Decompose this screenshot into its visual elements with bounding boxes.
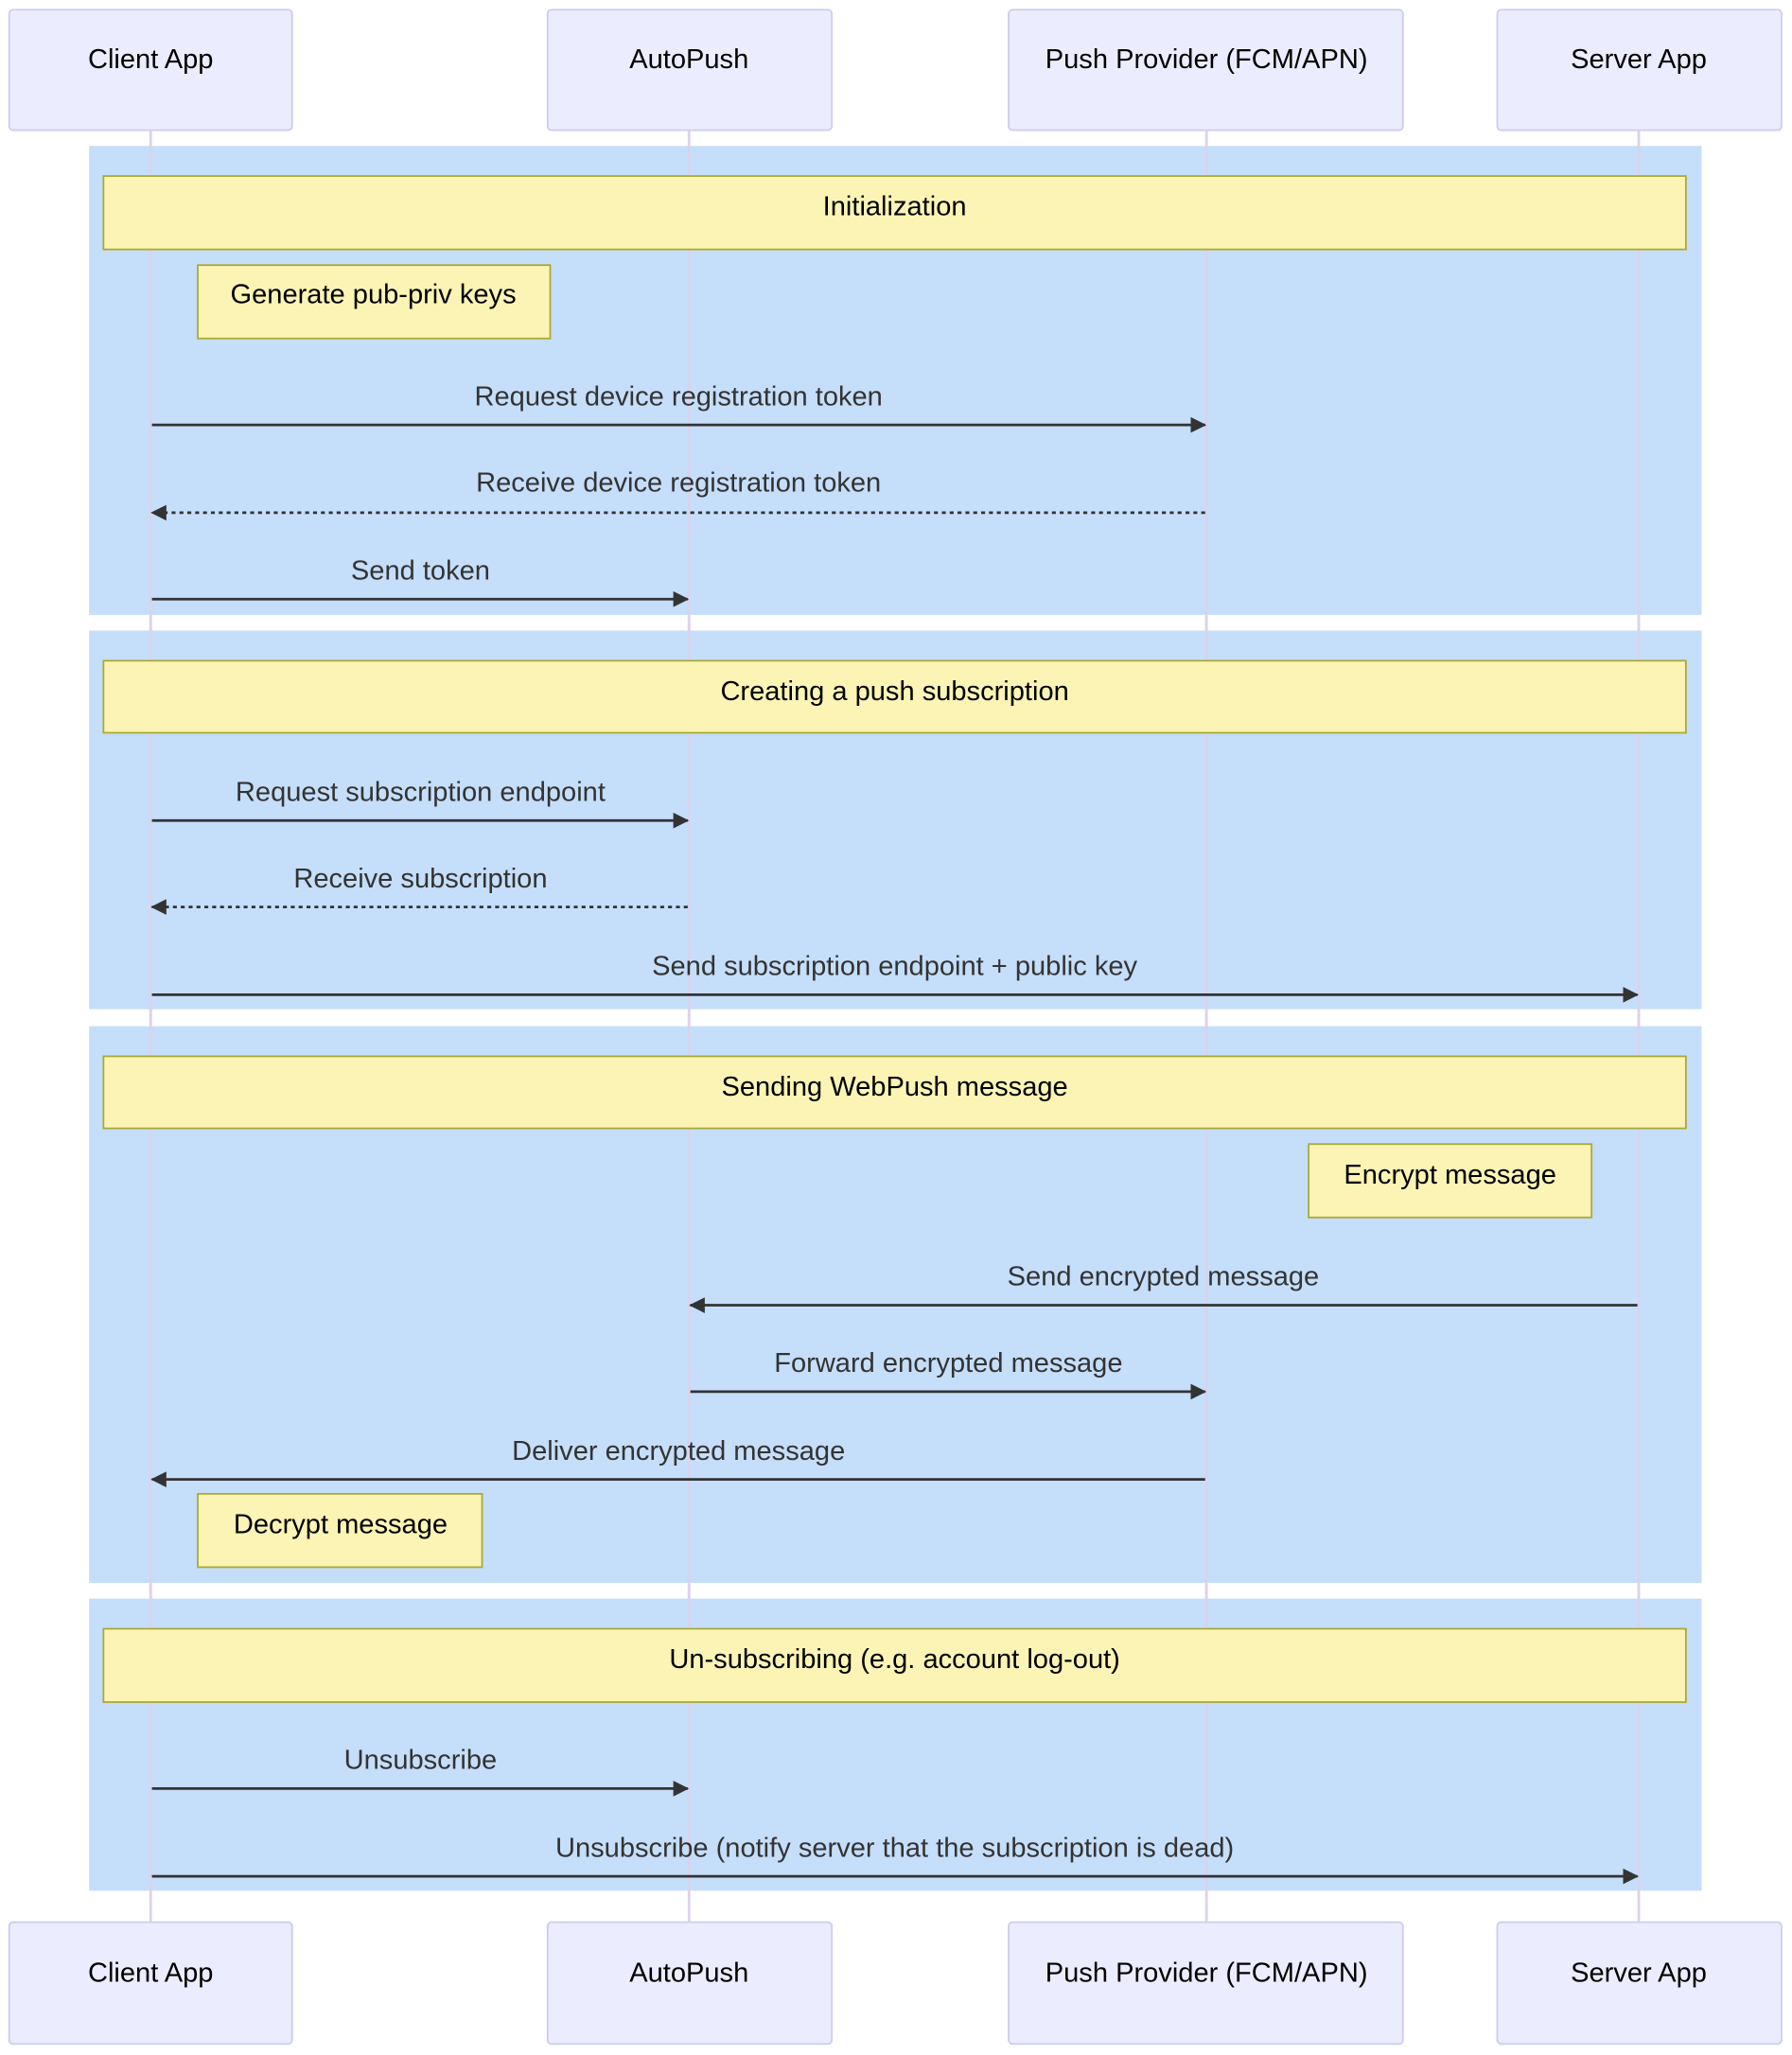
message-label: Send token	[351, 556, 490, 587]
actor-label: Client App	[88, 1958, 213, 1989]
actor-client-bottom[interactable]: Client App	[8, 1921, 293, 2046]
actors-top: Client App AutoPush Push Provider (FCM/A…	[8, 9, 1783, 132]
actor-server-top[interactable]: Server App	[1496, 9, 1783, 132]
sequence-diagram: Client App AutoPush Push Provider (FCM/A…	[8, 9, 1783, 2046]
actor-provider-bottom[interactable]: Push Provider (FCM/APN)	[1008, 1921, 1404, 2046]
actor-label: Client App	[88, 44, 213, 75]
section-title: Sending WebPush message	[722, 1072, 1068, 1102]
note-text: Decrypt message	[234, 1509, 448, 1539]
message-label: Unsubscribe	[344, 1746, 498, 1776]
section-title: Initialization	[823, 192, 967, 222]
message-label: Send encrypted message	[1008, 1262, 1320, 1292]
message-label: Send subscription endpoint + public key	[652, 952, 1137, 982]
message-label: Unsubscribe (notify server that the subs…	[555, 1833, 1234, 1863]
actors-bottom: Client App AutoPush Push Provider (FCM/A…	[8, 1921, 1783, 2046]
message-label: Deliver encrypted message	[512, 1436, 845, 1467]
message-label: Request device registration token	[475, 381, 883, 412]
actor-autopush-top[interactable]: AutoPush	[546, 9, 834, 132]
actor-provider-top[interactable]: Push Provider (FCM/APN)	[1008, 9, 1404, 132]
section-title: Creating a push subscription	[720, 676, 1068, 707]
actor-label: Push Provider (FCM/APN)	[1045, 44, 1368, 75]
actor-label: AutoPush	[629, 44, 748, 75]
actor-label: Push Provider (FCM/APN)	[1045, 1958, 1368, 1989]
section-title: Un-subscribing (e.g. account log-out)	[669, 1644, 1120, 1675]
actor-client-top[interactable]: Client App	[8, 9, 293, 132]
actor-label: Server App	[1571, 1958, 1707, 1989]
note-text: Encrypt message	[1344, 1160, 1556, 1190]
message-label: Receive device registration token	[476, 468, 881, 499]
message-label: Receive subscription	[293, 864, 547, 894]
actor-server-bottom[interactable]: Server App	[1496, 1921, 1783, 2046]
actor-label: Server App	[1571, 44, 1707, 75]
message-label: Forward encrypted message	[774, 1348, 1122, 1379]
note-text: Generate pub-priv keys	[231, 279, 517, 309]
actor-label: AutoPush	[629, 1958, 748, 1989]
actor-autopush-bottom[interactable]: AutoPush	[546, 1921, 834, 2046]
message-label: Request subscription endpoint	[236, 777, 606, 807]
